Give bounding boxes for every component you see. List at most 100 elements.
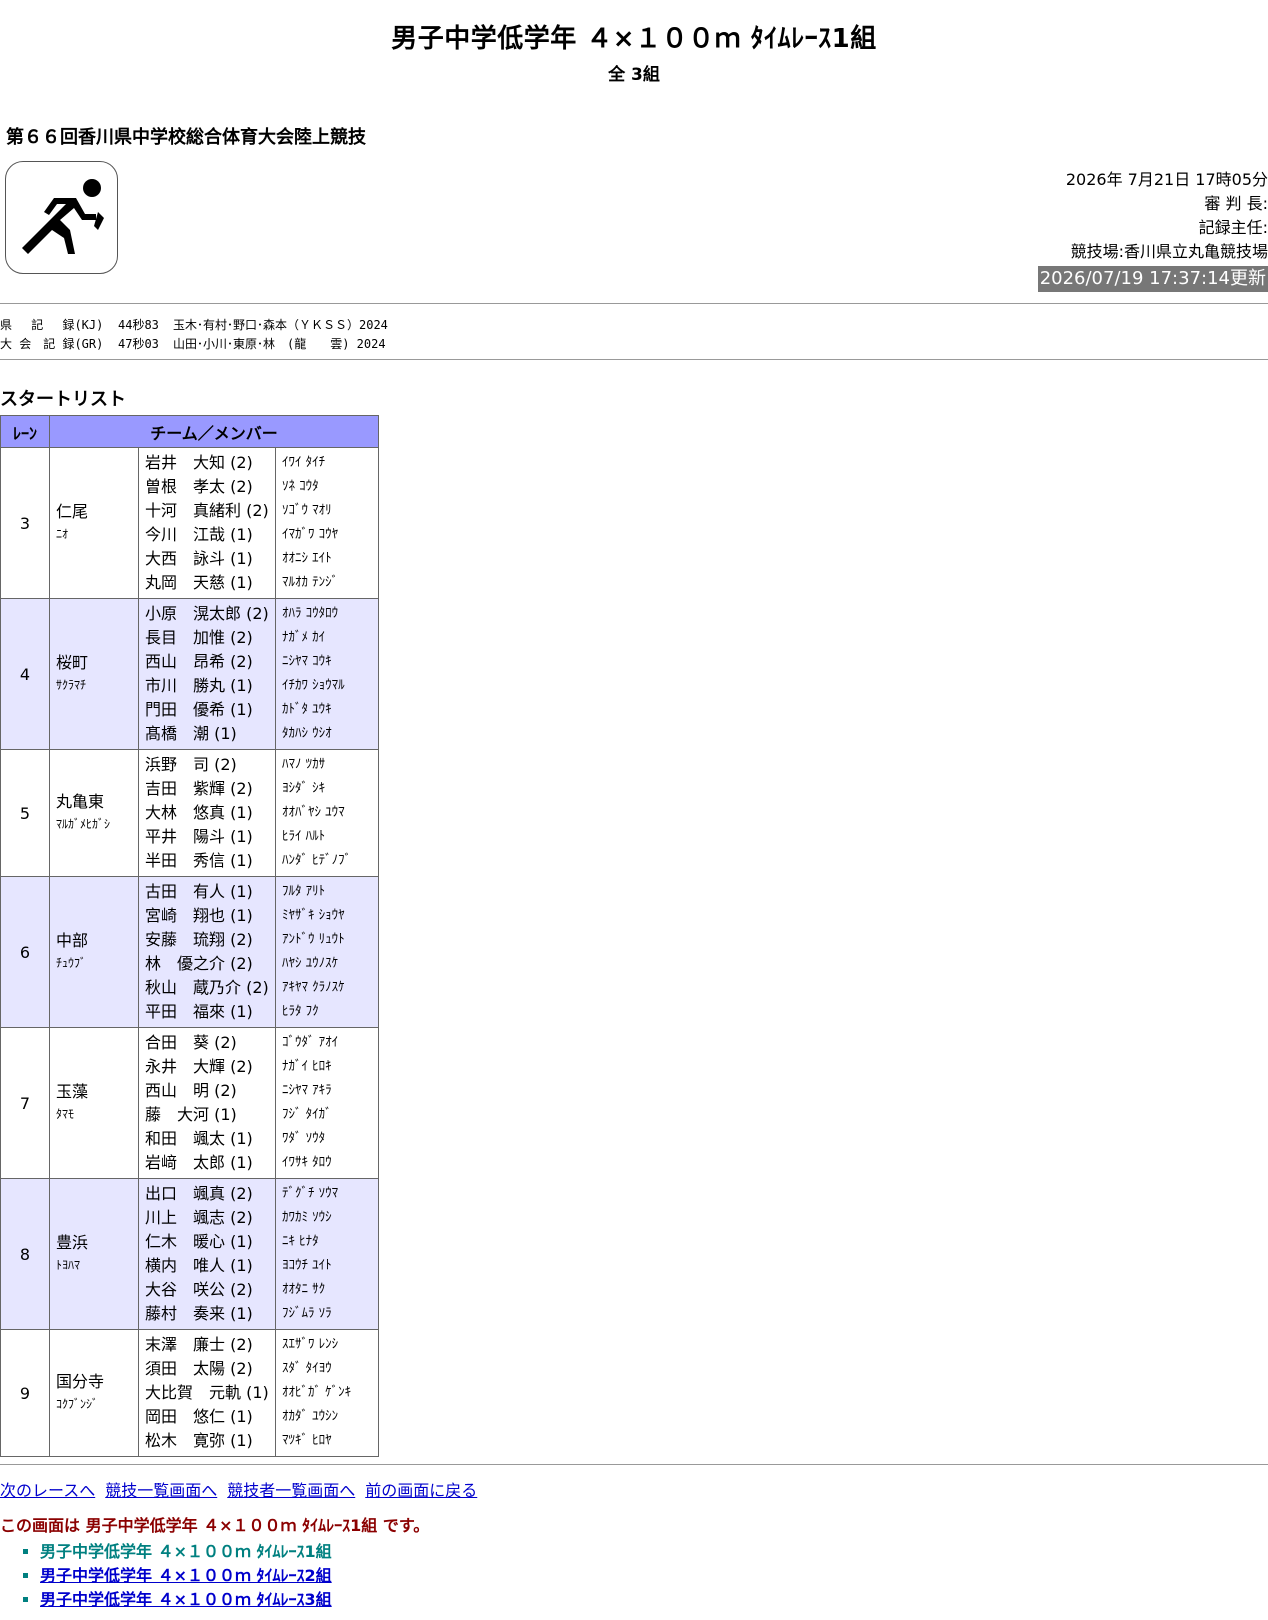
member-kana-name: ﾋﾗﾀ ﾌｸ xyxy=(282,1004,319,1019)
heat-link[interactable]: 男子中学低学年 ４×１００ｍ ﾀｲﾑﾚｰｽ3組 xyxy=(40,1590,332,1609)
member-kana: ﾃﾞｸﾞﾁ ｿｳﾏ ｶﾜｶﾐ ｿｳｼ ﾆｷ ﾋﾅﾀ ﾖｺｳﾁ ﾕｲﾄ ｵｵﾀﾆ ｻｸ ﾌｼ… xyxy=(275,1178,379,1330)
team-kana: ｻｸﾗﾏﾁ xyxy=(56,678,87,692)
member-kana-name: ｱﾝﾄﾞｳ ﾘｭｳﾄ xyxy=(282,932,345,947)
meet-name: 第６６回香川県中学校総合体育大会陸上競技 xyxy=(6,127,366,148)
member-name: 藤 大河 (1) xyxy=(145,1105,237,1124)
team-cell: 丸亀東 ﾏﾙｶﾞﾒﾋｶﾞｼ xyxy=(49,749,139,877)
team-kana: ｺｸﾌﾞﾝｼﾞ xyxy=(56,1397,99,1411)
member-names: 古田 有人 (1) 宮崎 翔也 (1) 安藤 琉翔 (2) 林 優之介 (2) 秋山 蔵… xyxy=(138,876,276,1028)
team-name: 丸亀東 xyxy=(56,792,105,811)
member-kana-name: ﾊﾏﾉ ﾂｶｻ xyxy=(282,757,326,772)
member-name: 出口 颯真 (2) xyxy=(145,1184,253,1203)
meet-info: 2026年 7月21日 17時05分 審 判 長: 記録主任: 競技場:香川県立… xyxy=(1037,168,1268,292)
member-kana: ｺﾞｳﾀﾞ ｱｵｲ ﾅｶﾞｲ ﾋﾛｷ ﾆｼﾔﾏ ｱｷﾗ ﾌｼﾞ ﾀｲｶﾞ ﾜﾀﾞ ｿｳﾀ… xyxy=(275,1027,379,1179)
team-cell: 桜町 ｻｸﾗﾏﾁ xyxy=(49,598,139,750)
lane-number: 8 xyxy=(0,1178,50,1330)
member-name: 末澤 廉士 (2) xyxy=(145,1335,253,1354)
member-kana-name: ｶﾜｶﾐ ｿｳｼ xyxy=(282,1210,332,1225)
member-name: 西山 明 (2) xyxy=(145,1081,237,1100)
team-kana: ﾀﾏﾓ xyxy=(56,1107,75,1121)
team-column-header: チーム／メンバー xyxy=(49,415,379,448)
member-name: 髙橋 潮 (1) xyxy=(145,724,237,743)
team-kana: ﾄﾖﾊﾏ xyxy=(56,1258,81,1272)
back-link[interactable]: 前の画面に戻る xyxy=(365,1481,477,1500)
member-kana-name: ｽｴｻﾞﾜ ﾚﾝｼ xyxy=(282,1337,339,1352)
member-kana-name: ｲﾜｲ ﾀｲﾁ xyxy=(282,455,326,470)
lane-number: 6 xyxy=(0,876,50,1028)
member-kana: ｽｴｻﾞﾜ ﾚﾝｼ ｽﾀﾞ ﾀｲﾖｳ ｵｵﾋﾞｶﾞ ｹﾞﾝｷ ｵｶﾀﾞ ﾕｳｼﾝ ﾏﾂｷ… xyxy=(275,1329,379,1457)
member-kana-name: ｵｵﾆｼ ｴｲﾄ xyxy=(282,551,332,566)
member-name: 平田 福來 (1) xyxy=(145,1002,253,1021)
member-kana: ﾌﾙﾀ ｱﾘﾄ ﾐﾔｻﾞｷ ｼｮｳﾔ ｱﾝﾄﾞｳ ﾘｭｳﾄ ﾊﾔｼ ﾕｳﾉｽｹ ｱｷﾔﾏ… xyxy=(275,876,379,1028)
member-name: 藤村 奏来 (1) xyxy=(145,1304,253,1323)
member-name: 西山 昂希 (2) xyxy=(145,652,253,671)
member-names: 岩井 大知 (2) 曽根 孝太 (2) 十河 真緒利 (2) 今川 江哉 (1) 大西 … xyxy=(138,447,276,599)
member-names: 出口 颯真 (2) 川上 颯志 (2) 仁木 暖心 (1) 横内 唯人 (1) 大谷 咲… xyxy=(138,1178,276,1330)
member-name: 大比賀 元軌 (1) xyxy=(145,1383,269,1402)
member-name: 十河 真緒利 (2) xyxy=(145,501,269,520)
member-name: 小原 滉太郎 (2) xyxy=(145,604,269,623)
lane-number: 5 xyxy=(0,749,50,877)
referee-label: 審 判 長: xyxy=(1204,194,1268,213)
nav-links: 次のレースへ 競技一覧画面へ 競技者一覧画面へ 前の画面に戻る xyxy=(0,1477,487,1501)
team-row: 4 桜町 ｻｸﾗﾏﾁ 小原 滉太郎 (2) 長目 加惟 (2) 西山 昂希 (2) 市川 勝… xyxy=(0,598,379,750)
event-list-link[interactable]: 競技一覧画面へ xyxy=(105,1481,217,1500)
member-name: 和田 颯太 (1) xyxy=(145,1129,253,1148)
member-kana-name: ﾌﾙﾀ ｱﾘﾄ xyxy=(282,884,326,899)
record-time: 47秒03 xyxy=(118,337,159,351)
member-name: 秋山 蔵乃介 (2) xyxy=(145,978,269,997)
runner-icon xyxy=(22,179,104,254)
member-kana-name: ﾊﾝﾀﾞ ﾋﾃﾞﾉﾌﾞ xyxy=(282,853,352,868)
member-name: 丸岡 天慈 (1) xyxy=(145,573,253,592)
record-label: 県 記 録(KJ) xyxy=(0,318,104,332)
athlete-list-link[interactable]: 競技者一覧画面へ xyxy=(227,1481,355,1500)
team-name: 中部 xyxy=(56,931,89,950)
member-name: 吉田 紫輝 (2) xyxy=(145,779,253,798)
record-label: 大 会 記 録(GR) xyxy=(0,337,104,351)
heat-link[interactable]: 男子中学低学年 ４×１００ｍ ﾀｲﾑﾚｰｽ2組 xyxy=(40,1566,332,1585)
member-kana-name: ﾆｼﾔﾏ ｺｳｷ xyxy=(282,654,332,669)
member-name: 古田 有人 (1) xyxy=(145,882,253,901)
heat-item: 男子中学低学年 ４×１００ｍ ﾀｲﾑﾚｰｽ2組 xyxy=(40,1564,332,1588)
member-name: 須田 太陽 (2) xyxy=(145,1359,253,1378)
member-name: 大林 悠真 (1) xyxy=(145,803,253,822)
page-title: 男子中学低学年 ４×１００ｍ ﾀｲﾑﾚｰｽ1組 xyxy=(391,24,877,54)
member-kana-name: ﾅｶﾞﾒ ｶｲ xyxy=(282,630,326,645)
current-race-note: この画面は 男子中学低学年 ４×１００ｍ ﾀｲﾑﾚｰｽ1組 です。 xyxy=(0,1516,430,1535)
member-name: 半田 秀信 (1) xyxy=(145,851,253,870)
member-name: 門田 優希 (1) xyxy=(145,700,253,719)
member-name: 川上 颯志 (2) xyxy=(145,1208,253,1227)
member-kana-name: ﾖｺｳﾁ ﾕｲﾄ xyxy=(282,1258,332,1273)
divider xyxy=(0,1464,1268,1465)
next-race-link[interactable]: 次のレースへ xyxy=(0,1481,95,1500)
member-name: 仁木 暖心 (1) xyxy=(145,1232,253,1251)
member-kana-name: ｲﾁｶﾜ ｼｮｳﾏﾙ xyxy=(282,678,345,693)
member-kana: ｵﾊﾗ ｺｳﾀﾛｳ ﾅｶﾞﾒ ｶｲ ﾆｼﾔﾏ ｺｳｷ ｲﾁｶﾜ ｼｮｳﾏﾙ ｶﾄﾞﾀ ﾕ… xyxy=(275,598,379,750)
team-cell: 国分寺 ｺｸﾌﾞﾝｼﾞ xyxy=(49,1329,139,1457)
member-names: 末澤 廉士 (2) 須田 太陽 (2) 大比賀 元軌 (1) 岡田 悠仁 (1) 松木 … xyxy=(138,1329,276,1457)
member-name: 合田 葵 (2) xyxy=(145,1033,237,1052)
team-kana: ﾆｵ xyxy=(56,527,69,541)
member-kana-name: ﾆｼﾔﾏ ｱｷﾗ xyxy=(282,1083,332,1098)
member-name: 岩﨑 太郎 (1) xyxy=(145,1153,253,1172)
member-names: 小原 滉太郎 (2) 長目 加惟 (2) 西山 昂希 (2) 市川 勝丸 (1) 門田 … xyxy=(138,598,276,750)
member-name: 長目 加惟 (2) xyxy=(145,628,253,647)
member-kana-name: ｽﾀﾞ ﾀｲﾖｳ xyxy=(282,1361,332,1376)
member-kana-name: ｵｵﾊﾞﾔｼ ﾕｳﾏ xyxy=(282,805,345,820)
member-kana-name: ﾅｶﾞｲ ﾋﾛｷ xyxy=(282,1059,332,1074)
member-kana-name: ｱｷﾔﾏ ｸﾗﾉｽｹ xyxy=(282,980,345,995)
member-kana: ﾊﾏﾉ ﾂｶｻ ﾖｼﾀﾞ ｼｷ ｵｵﾊﾞﾔｼ ﾕｳﾏ ﾋﾗｲ ﾊﾙﾄ ﾊﾝﾀﾞ ﾋﾃﾞﾉ… xyxy=(275,749,379,877)
member-name: 岩井 大知 (2) xyxy=(145,453,253,472)
team-name: 桜町 xyxy=(56,653,89,672)
team-kana: ﾏﾙｶﾞﾒﾋｶﾞｼ xyxy=(56,817,111,831)
team-cell: 中部 ﾁｭｳﾌﾞ xyxy=(49,876,139,1028)
member-name: 市川 勝丸 (1) xyxy=(145,676,253,695)
start-list-table: ﾚｰﾝ チーム／メンバー 3 仁尾 ﾆｵ 岩井 大知 (2) 曽根 孝太 (2) 十河 真… xyxy=(0,415,379,1457)
member-name: 岡田 悠仁 (1) xyxy=(145,1407,253,1426)
divider xyxy=(0,303,1268,304)
member-kana: ｲﾜｲ ﾀｲﾁ ｿﾈ ｺｳﾀ ｿｺﾞｳ ﾏｵﾘ ｲﾏｶﾞﾜ ｺｳﾔ ｵｵﾆｼ ｴｲﾄ ﾏﾙ… xyxy=(275,447,379,599)
member-kana-name: ﾆｷ ﾋﾅﾀ xyxy=(282,1234,319,1249)
venue: 競技場:香川県立丸亀競技場 xyxy=(1070,242,1268,261)
heat-item: 男子中学低学年 ４×１００ｍ ﾀｲﾑﾚｰｽ3組 xyxy=(40,1588,332,1612)
recorder-label: 記録主任: xyxy=(1198,218,1268,237)
